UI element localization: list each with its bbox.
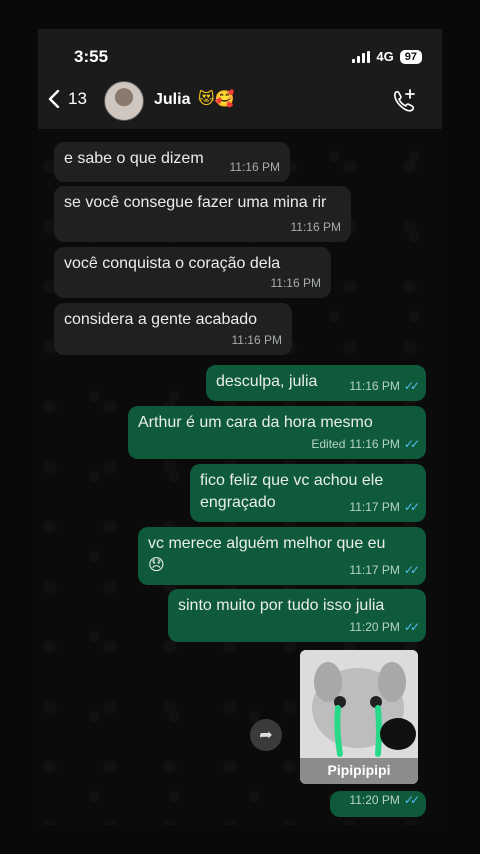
double-check-icon: ✓✓ (403, 563, 420, 577)
double-check-icon: ✓✓ (403, 437, 420, 451)
status-time: 3:55 (74, 47, 109, 66)
message-meta: 11:16 PM (232, 329, 282, 351)
sticker-meta-bubble: 11:20 PM ✓✓ (330, 791, 426, 817)
message-text: desculpa, julia (216, 373, 318, 390)
message-time: 11:20 PM (349, 793, 400, 807)
chat-header: 3:55 4G 97 13 Julia 😻🥰 (38, 29, 442, 129)
message-meta: 11:20 PM ✓✓ (349, 789, 420, 811)
message-time: 11:16 PM (290, 220, 341, 234)
double-check-icon: ✓✓ (403, 500, 420, 514)
message-time: 11:16 PM (349, 437, 400, 451)
message-time: 11:20 PM (349, 620, 400, 634)
message-out[interactable]: fico feliz que vc achou ele engraçado 11… (190, 464, 426, 522)
chevron-left-icon (48, 90, 60, 108)
phone-screen: 3:55 4G 97 13 Julia 😻🥰 e sabe o que dize… (38, 29, 442, 825)
back-button[interactable]: 13 (48, 89, 87, 109)
double-check-icon: ✓✓ (403, 379, 420, 393)
message-meta: 11:16 PM ✓✓ (349, 375, 420, 397)
message-time: 11:17 PM (349, 563, 400, 577)
message-text: sinto muito por tudo isso julia (178, 597, 385, 614)
message-meta: 11:16 PM (291, 216, 341, 238)
message-out[interactable]: sinto muito por tudo isso julia 11:20 PM… (168, 589, 426, 642)
edited-label: Edited (311, 437, 346, 451)
double-check-icon: ✓✓ (403, 620, 420, 634)
message-out[interactable]: Arthur é um cara da hora mesmo Edited 11… (128, 406, 426, 459)
message-text: considera a gente acabado (64, 311, 258, 328)
message-text: e sabe o que dizem (64, 150, 204, 167)
message-meta: 11:17 PM ✓✓ (349, 559, 420, 581)
message-time: 11:16 PM (349, 379, 400, 393)
message-text: vc merece alguém melhor que eu (148, 535, 386, 552)
message-list[interactable]: e sabe o que dizem 11:16 PM se você cons… (38, 114, 442, 825)
sticker-caption: Pipipipipi (327, 762, 391, 778)
battery-badge: 97 (399, 49, 422, 64)
avatar[interactable] (104, 81, 144, 121)
message-time: 11:17 PM (349, 500, 400, 514)
signal-icon (352, 50, 371, 63)
message-out[interactable]: desculpa, julia 11:16 PM ✓✓ (206, 365, 426, 401)
status-indicators: 4G 97 (352, 49, 422, 64)
message-time: 11:16 PM (229, 160, 280, 174)
sticker[interactable]: Pipipipipi (300, 650, 418, 784)
add-call-icon (393, 89, 415, 112)
message-out[interactable]: vc merece alguém melhor que eu 😞 11:17 P… (138, 527, 426, 585)
double-check-icon: ✓✓ (403, 793, 420, 807)
message-in[interactable]: considera a gente acabado 11:16 PM (54, 303, 292, 355)
message-meta: 11:16 PM (230, 156, 280, 178)
sad-emoji: 😞 (148, 557, 165, 574)
add-call-button[interactable] (390, 87, 418, 115)
message-in[interactable]: você conquista o coração dela 11:16 PM (54, 247, 331, 298)
message-in[interactable]: e sabe o que dizem 11:16 PM (54, 142, 290, 182)
message-meta: Edited 11:16 PM ✓✓ (311, 433, 420, 455)
network-label: 4G (376, 49, 394, 64)
forward-button[interactable]: ➦ (250, 719, 282, 751)
contact-emojis: 😻🥰 (198, 91, 235, 108)
forward-icon: ➦ (259, 727, 273, 744)
message-meta: 11:17 PM ✓✓ (349, 496, 420, 518)
contact-name[interactable]: Julia (154, 91, 190, 109)
message-text: Arthur é um cara da hora mesmo (138, 414, 373, 431)
unread-count: 13 (68, 89, 87, 108)
message-meta: 11:16 PM (271, 272, 321, 294)
message-time: 11:16 PM (270, 276, 321, 290)
message-time: 11:16 PM (231, 333, 282, 347)
message-meta: 11:20 PM ✓✓ (349, 616, 420, 638)
message-text: você conquista o coração dela (64, 255, 281, 272)
message-in[interactable]: se você consegue fazer uma mina rir 11:1… (54, 186, 351, 242)
message-text: se você consegue fazer uma mina rir (64, 194, 327, 211)
